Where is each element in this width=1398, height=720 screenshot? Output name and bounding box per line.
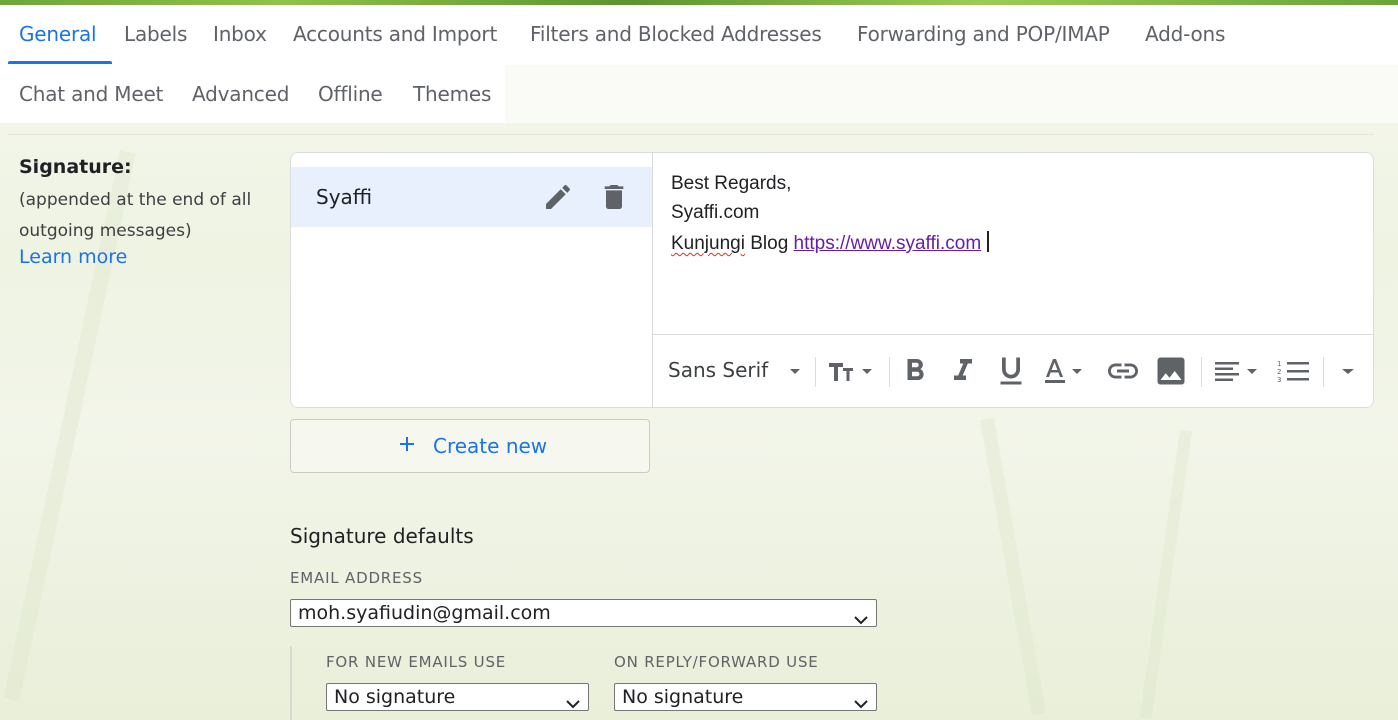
numbered-list-icon[interactable]: 123 — [1273, 353, 1313, 389]
create-new-signature-button[interactable]: Create new — [290, 419, 650, 473]
signature-list-item[interactable]: Syaffi — [291, 167, 652, 227]
italic-icon[interactable] — [945, 353, 981, 389]
email-address-label: EMAIL ADDRESS — [290, 569, 423, 587]
editor-text: Blog — [744, 233, 794, 254]
chevron-down-icon — [854, 692, 868, 709]
reply-forward-signature-value: No signature — [622, 686, 744, 708]
text-size-icon[interactable] — [825, 353, 879, 389]
email-address-value: moh.syafiudin@gmail.com — [298, 602, 551, 624]
align-icon[interactable] — [1211, 353, 1265, 389]
toolbar-separator — [1323, 357, 1324, 387]
font-family-select[interactable]: Sans Serif — [668, 358, 768, 382]
signature-name: Syaffi — [316, 185, 373, 209]
plus-icon — [395, 432, 419, 456]
svg-text:3: 3 — [1277, 376, 1281, 384]
toolbar-separator — [815, 357, 816, 387]
tab-chat-and-meet[interactable]: Chat and Meet — [19, 82, 163, 106]
new-emails-signature-select[interactable]: No signature — [326, 683, 589, 711]
tab-themes[interactable]: Themes — [413, 82, 491, 106]
signature-editor[interactable]: Best Regards, Syaffi.com Kunjungi Blog h… — [653, 153, 1373, 334]
new-emails-signature-value: No signature — [334, 686, 456, 708]
reply-forward-label: ON REPLY/FORWARD USE — [614, 653, 819, 671]
tab-labels[interactable]: Labels — [124, 22, 187, 46]
text-color-icon[interactable] — [1039, 353, 1089, 389]
svg-text:2: 2 — [1277, 368, 1281, 376]
active-tab-indicator — [8, 61, 112, 64]
font-dropdown-arrow-icon[interactable] — [787, 363, 803, 379]
editor-line-2: Syaffi.com — [671, 202, 760, 223]
chevron-down-icon — [566, 692, 580, 709]
signature-heading: Signature: — [19, 156, 132, 178]
signature-defaults-title: Signature defaults — [290, 524, 474, 548]
insert-link-icon[interactable] — [1105, 353, 1141, 389]
learn-more-link[interactable]: Learn more — [19, 246, 127, 268]
underline-icon[interactable] — [993, 353, 1029, 389]
theme-background-streak — [980, 417, 1046, 716]
toolbar-separator — [889, 357, 890, 387]
tab-advanced[interactable]: Advanced — [192, 82, 289, 106]
new-emails-label: FOR NEW EMAILS USE — [326, 653, 507, 671]
insert-image-icon[interactable] — [1153, 353, 1189, 389]
tab-forwarding-pop-imap[interactable]: Forwarding and POP/IMAP — [857, 22, 1110, 46]
email-address-select[interactable]: moh.syafiudin@gmail.com — [290, 599, 877, 627]
signature-panel: Syaffi Best Regards, Syaffi.com Kunjungi… — [290, 152, 1374, 408]
text-cursor — [987, 231, 990, 252]
tab-accounts-and-import[interactable]: Accounts and Import — [293, 22, 497, 46]
signature-link[interactable]: https://www.syaffi.com — [794, 233, 982, 254]
theme-background-streak — [1139, 430, 1192, 719]
tab-inbox[interactable]: Inbox — [213, 22, 267, 46]
toolbar-separator — [1201, 357, 1202, 387]
editor-line-3: Kunjungi Blog https://www.syaffi.com — [671, 231, 990, 255]
tab-general[interactable]: General — [19, 22, 97, 46]
edit-pencil-icon[interactable] — [542, 181, 574, 213]
delete-trash-icon[interactable] — [598, 181, 630, 213]
formatting-toolbar: Sans Serif 123 — [653, 334, 1373, 407]
svg-text:1: 1 — [1277, 360, 1281, 368]
bold-icon[interactable] — [897, 353, 933, 389]
tab-add-ons[interactable]: Add-ons — [1145, 22, 1225, 46]
reply-forward-signature-select[interactable]: No signature — [614, 683, 877, 711]
misspelled-word: Kunjungi — [671, 233, 745, 254]
more-formatting-chevron-icon[interactable] — [1333, 353, 1363, 389]
signature-description: (appended at the end of all outgoing mes… — [19, 190, 252, 241]
signature-list: Syaffi — [291, 153, 653, 407]
chevron-down-icon — [854, 608, 868, 625]
defaults-indent-line — [290, 646, 292, 720]
create-new-label: Create new — [433, 434, 548, 458]
section-divider — [8, 134, 1374, 135]
tab-filters-and-blocked-addresses[interactable]: Filters and Blocked Addresses — [530, 22, 822, 46]
editor-line-1: Best Regards, — [671, 173, 792, 194]
tabs-row-2-filler — [505, 65, 1398, 123]
tab-offline[interactable]: Offline — [318, 82, 383, 106]
